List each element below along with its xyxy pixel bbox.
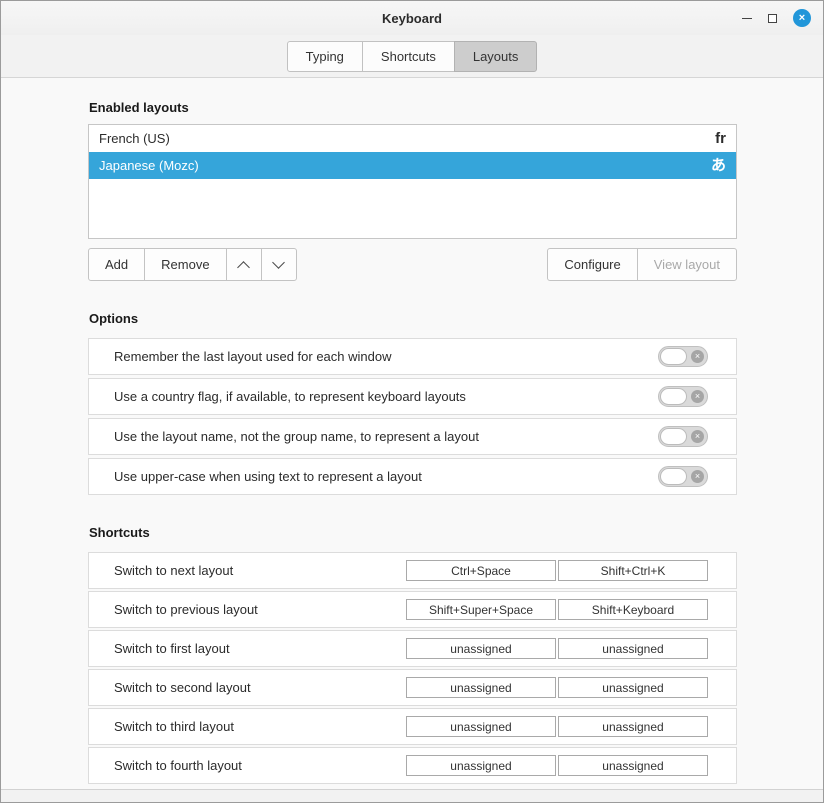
shortcut-bindings: Ctrl+Space Shift+Ctrl+K [406, 560, 708, 581]
option-label: Use the layout name, not the group name,… [114, 429, 479, 444]
remove-layout-button[interactable]: Remove [144, 248, 226, 281]
tab-layouts[interactable]: Layouts [454, 41, 538, 72]
toggle-off-icon: × [691, 390, 704, 403]
toggle-off-icon: × [691, 430, 704, 443]
keybinding-cell[interactable]: unassigned [406, 638, 556, 659]
layout-badge-ja: あ [711, 158, 726, 173]
window-controls: × [742, 1, 811, 35]
toggle-off-icon: × [691, 470, 704, 483]
shortcut-label: Switch to next layout [114, 563, 233, 578]
move-up-button[interactable] [226, 248, 262, 281]
shortcut-previous-layout: Switch to previous layout Shift+Super+Sp… [88, 591, 737, 628]
shortcut-first-layout: Switch to first layout unassigned unassi… [88, 630, 737, 667]
shortcut-third-layout: Switch to third layout unassigned unassi… [88, 708, 737, 745]
window-title: Keyboard [382, 11, 442, 26]
keybinding-cell[interactable]: unassigned [558, 755, 708, 776]
close-button[interactable]: × [793, 9, 811, 27]
close-icon: × [793, 9, 811, 27]
chevron-up-icon [237, 261, 250, 274]
tab-bar: Typing Shortcuts Layouts [1, 35, 823, 77]
option-layout-name: Use the layout name, not the group name,… [88, 418, 737, 455]
shortcut-bindings: Shift+Super+Space Shift+Keyboard [406, 599, 708, 620]
maximize-button[interactable] [768, 14, 777, 23]
toggle-knob [660, 348, 687, 365]
keybinding-cell[interactable]: unassigned [558, 638, 708, 659]
toggle-knob [660, 388, 687, 405]
option-label: Remember the last layout used for each w… [114, 349, 391, 364]
chevron-down-icon [272, 256, 285, 269]
add-layout-button[interactable]: Add [88, 248, 145, 281]
layouts-panel: Enabled layouts French (US) fr Japanese … [1, 77, 823, 789]
shortcuts-heading: Shortcuts [89, 525, 737, 540]
tab-shortcuts[interactable]: Shortcuts [362, 41, 455, 72]
options-heading: Options [89, 311, 737, 326]
keybinding-cell[interactable]: Shift+Keyboard [558, 599, 708, 620]
toggle-remember-last-layout[interactable]: × [658, 346, 708, 367]
toggle-off-icon: × [691, 350, 704, 363]
keybinding-cell[interactable]: unassigned [406, 677, 556, 698]
maximize-icon [768, 14, 777, 23]
keybinding-cell[interactable]: unassigned [558, 677, 708, 698]
shortcut-bindings: unassigned unassigned [406, 755, 708, 776]
tab-typing[interactable]: Typing [287, 41, 363, 72]
shortcut-label: Switch to previous layout [114, 602, 258, 617]
layout-name: Japanese (Mozc) [99, 158, 199, 173]
option-remember-last-layout: Remember the last layout used for each w… [88, 338, 737, 375]
list-item-french[interactable]: French (US) fr [89, 125, 736, 152]
layout-actions: Add Remove Configure View layout [88, 248, 737, 281]
toggle-knob [660, 468, 687, 485]
toggle-knob [660, 428, 687, 445]
shortcut-label: Switch to third layout [114, 719, 234, 734]
layout-right-actions: Configure View layout [547, 248, 737, 281]
layout-name: French (US) [99, 131, 170, 146]
minimize-button[interactable] [742, 18, 752, 19]
toggle-layout-name[interactable]: × [658, 426, 708, 447]
option-label: Use a country flag, if available, to rep… [114, 389, 466, 404]
shortcut-bindings: unassigned unassigned [406, 677, 708, 698]
option-country-flag: Use a country flag, if available, to rep… [88, 378, 737, 415]
enabled-layouts-heading: Enabled layouts [89, 100, 737, 115]
configure-button[interactable]: Configure [547, 248, 637, 281]
tab-group: Typing Shortcuts Layouts [287, 41, 538, 72]
move-down-button[interactable] [261, 248, 297, 281]
shortcut-bindings: unassigned unassigned [406, 716, 708, 737]
layout-badge-fr: fr [715, 131, 726, 146]
shortcut-next-layout: Switch to next layout Ctrl+Space Shift+C… [88, 552, 737, 589]
keybinding-cell[interactable]: unassigned [406, 755, 556, 776]
keybinding-cell[interactable]: unassigned [406, 716, 556, 737]
option-label: Use upper-case when using text to repres… [114, 469, 422, 484]
minimize-icon [742, 18, 752, 19]
keyboard-settings-window: Keyboard × Typing Shortcuts Layouts Enab… [0, 0, 824, 803]
enabled-layouts-list: French (US) fr Japanese (Mozc) あ [88, 124, 737, 239]
keybinding-cell[interactable]: Shift+Ctrl+K [558, 560, 708, 581]
keybinding-cell[interactable]: Shift+Super+Space [406, 599, 556, 620]
keybinding-cell[interactable]: unassigned [558, 716, 708, 737]
list-item-japanese[interactable]: Japanese (Mozc) あ [89, 152, 736, 179]
titlebar: Keyboard × [1, 1, 823, 35]
keybinding-cell[interactable]: Ctrl+Space [406, 560, 556, 581]
option-upper-case: Use upper-case when using text to repres… [88, 458, 737, 495]
toggle-upper-case[interactable]: × [658, 466, 708, 487]
toggle-country-flag[interactable]: × [658, 386, 708, 407]
view-layout-button[interactable]: View layout [637, 248, 737, 281]
window-bottom-edge [1, 789, 823, 802]
shortcut-label: Switch to first layout [114, 641, 230, 656]
shortcut-bindings: unassigned unassigned [406, 638, 708, 659]
shortcut-fourth-layout: Switch to fourth layout unassigned unass… [88, 747, 737, 784]
shortcut-label: Switch to fourth layout [114, 758, 242, 773]
shortcut-label: Switch to second layout [114, 680, 251, 695]
shortcut-second-layout: Switch to second layout unassigned unass… [88, 669, 737, 706]
